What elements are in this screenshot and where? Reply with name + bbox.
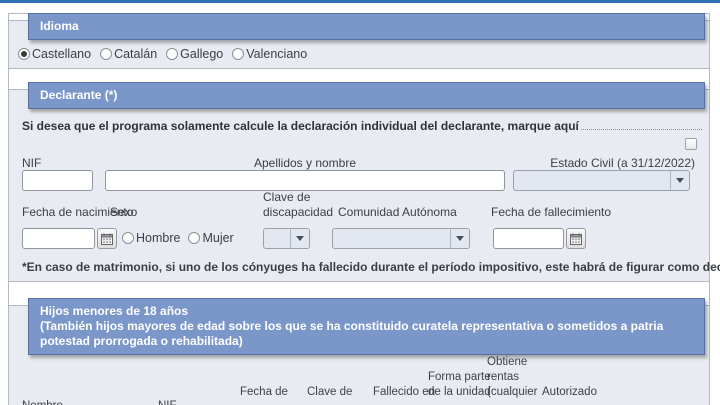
clave-discapacidad-dropdown-button[interactable] — [290, 229, 309, 248]
section-declarante: Declarante (*) Si desea que el programa … — [9, 82, 720, 282]
chevron-down-icon — [676, 178, 684, 183]
hijos-col-nif: NIF — [158, 400, 177, 405]
clave-discapacidad-select[interactable] — [263, 228, 310, 249]
calendar-icon — [570, 233, 582, 245]
section-idioma-header: Idioma — [28, 13, 705, 40]
radio-mujer-icon[interactable] — [188, 232, 201, 244]
estado-civil-value — [514, 171, 670, 190]
comunidad-value — [333, 229, 450, 248]
estado-civil-label: Estado Civil (a 31/12/2022) — [550, 156, 695, 170]
fecha-fallecimiento-label: Fecha de fallecimiento — [491, 205, 612, 219]
dotted-leader — [580, 129, 702, 130]
sexo-option-hombre-label: Hombre — [136, 231, 181, 245]
sexo-label: Sexo — [110, 205, 138, 219]
individual-declaration-text: Si desea que el programa solamente calcu… — [22, 119, 579, 133]
section-hijos-header: Hijos menores de 18 años (También hijos … — [28, 298, 705, 355]
comunidad-dropdown-button[interactable] — [450, 229, 469, 248]
hijos-col-fallecido: Fallecido en — [373, 386, 436, 398]
radio-gallego-icon[interactable] — [166, 48, 179, 60]
sexo-option-mujer-label: Mujer — [202, 231, 234, 245]
chevron-down-icon — [456, 236, 464, 241]
comunidad-select[interactable] — [332, 228, 470, 249]
estado-civil-select[interactable] — [513, 170, 690, 191]
hijos-col-nombre: Nombre — [22, 400, 63, 405]
clave-discapacidad-label-line1: Clave de — [263, 190, 311, 204]
top-accent-bar — [0, 0, 720, 3]
form-page: Idioma Castellano Catalán Gallego Valenc… — [0, 0, 720, 405]
idioma-option-catalan-label: Catalán — [114, 47, 158, 61]
sexo-radio-group: Hombre Mujer — [122, 231, 234, 245]
hijos-col-autorizado: Autorizado — [542, 386, 597, 398]
hijos-col-forma-parte-line2: de la unidad — [428, 386, 491, 398]
clave-discapacidad-label-line2: discapacidad — [263, 205, 334, 219]
idioma-option-castellano-label: Castellano — [32, 47, 92, 61]
section-idioma: Idioma Castellano Catalán Gallego Valenc… — [9, 13, 709, 69]
section-idioma-title: Idioma — [40, 19, 79, 33]
clave-discapacidad-value — [264, 229, 290, 248]
idioma-radio-group: Castellano Catalán Gallego Valenciano — [18, 47, 307, 61]
chevron-down-icon — [296, 236, 304, 241]
hijos-col-clave-discapacidad: Clave de — [307, 386, 353, 398]
hijos-col-fecha-nacimiento: Fecha de — [240, 386, 288, 398]
sexo-option-mujer[interactable]: Mujer — [188, 231, 234, 245]
fecha-nacimiento-calendar-button[interactable] — [97, 228, 117, 249]
idioma-option-gallego-label: Gallego — [180, 47, 224, 61]
hijos-col-obtiene-rentas: Obtiene — [487, 356, 528, 368]
section-declarante-header: Declarante (*) — [28, 82, 705, 109]
individual-declaration-row: Si desea que el programa solamente calcu… — [22, 119, 702, 133]
section-declarante-title: Declarante (*) — [40, 88, 118, 102]
nif-input[interactable] — [22, 170, 93, 191]
fecha-fallecimiento-input[interactable] — [493, 228, 564, 249]
idioma-option-catalan[interactable]: Catalán — [100, 47, 157, 61]
fecha-nacimiento-input[interactable] — [22, 228, 95, 249]
apellidos-input[interactable] — [105, 170, 505, 191]
fecha-fallecimiento-calendar-button[interactable] — [566, 228, 586, 249]
calendar-icon — [101, 233, 113, 245]
comunidad-label: Comunidad Autónoma — [338, 205, 457, 219]
idioma-option-gallego[interactable]: Gallego — [166, 47, 223, 61]
apellidos-label: Apellidos y nombre — [253, 156, 357, 170]
idioma-option-valenciano[interactable]: Valenciano — [232, 47, 307, 61]
radio-castellano-icon[interactable] — [18, 48, 30, 60]
section-hijos-title-line1: Hijos menores de 18 años — [40, 304, 189, 318]
radio-hombre-icon[interactable] — [122, 232, 134, 244]
hijos-col-obtiene-rentas-line3: (cualquier — [487, 386, 538, 398]
hijos-col-obtiene-rentas-line2: rentas — [487, 371, 519, 383]
radio-catalan-icon[interactable] — [100, 48, 113, 60]
nif-label: NIF — [22, 156, 42, 170]
matrimonio-footnote: *En caso de matrimonio, si uno de los có… — [22, 260, 720, 274]
idioma-option-valenciano-label: Valenciano — [246, 47, 308, 61]
radio-valenciano-icon[interactable] — [232, 48, 245, 60]
hijos-col-forma-parte: Forma parte — [428, 371, 491, 383]
idioma-option-castellano[interactable]: Castellano — [18, 47, 91, 61]
sexo-option-hombre[interactable]: Hombre — [122, 231, 180, 245]
individual-declaration-checkbox[interactable] — [685, 138, 697, 150]
estado-civil-dropdown-button[interactable] — [670, 171, 689, 190]
form-frame: Idioma Castellano Catalán Gallego Valenc… — [8, 13, 720, 405]
section-hijos-title-line2: (También hijos mayores de edad sobre los… — [40, 319, 664, 348]
section-hijos: Hijos menores de 18 años (También hijos … — [9, 298, 709, 405]
